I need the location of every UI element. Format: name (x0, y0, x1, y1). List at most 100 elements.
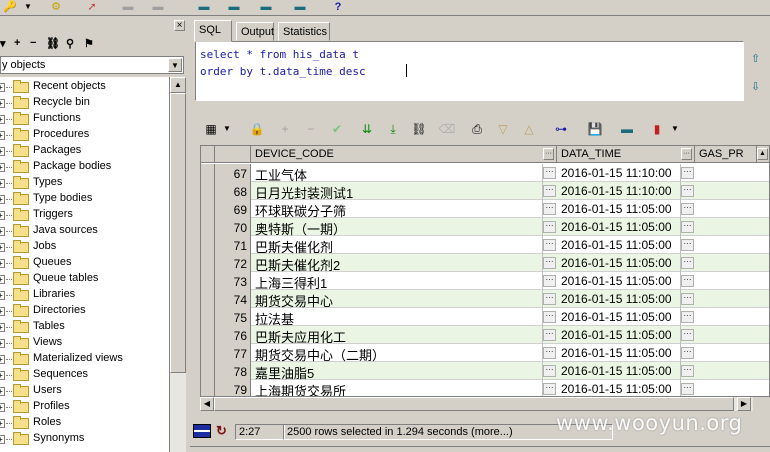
tree-item[interactable]: + Queues (0, 255, 169, 271)
remove-icon[interactable]: − (30, 37, 36, 49)
db-icon[interactable]: ▬ (226, 0, 242, 13)
db-icon[interactable]: ▬ (150, 0, 166, 13)
cell-device-code[interactable]: 奥特斯（一期） (251, 218, 543, 236)
dropdown-icon[interactable]: ▼ (20, 0, 36, 13)
tree-item[interactable]: + Type bodies (0, 191, 169, 207)
db-icon[interactable]: ▬ (196, 0, 212, 13)
tree-item[interactable]: + Libraries (0, 287, 169, 303)
key-icon[interactable]: 🔑 (2, 0, 18, 13)
cell-data-time[interactable]: 2016-01-15 11:10:00 (557, 164, 681, 182)
cell-gas-pr[interactable] (695, 218, 769, 236)
cell-editor-button[interactable]: ··· (543, 293, 556, 305)
query-by-example-icon[interactable]: ⛓ (410, 121, 428, 137)
column-header-device-code[interactable]: DEVICE_CODE (251, 146, 557, 163)
tree-item[interactable]: + Recycle bin (0, 95, 169, 111)
db-icon[interactable]: ▬ (258, 0, 274, 13)
export-tree-icon[interactable]: ⊶ (552, 121, 570, 137)
cell-gas-pr[interactable] (695, 182, 769, 200)
row-selector[interactable] (201, 254, 215, 272)
cell-data-time[interactable]: 2016-01-15 11:05:00 (557, 344, 681, 362)
cell-device-code[interactable]: 巴斯夫催化剂 (251, 236, 543, 254)
tree-item[interactable]: + Sequences (0, 367, 169, 383)
expand-icon[interactable]: + (0, 163, 5, 172)
expand-icon[interactable]: + (0, 115, 5, 124)
cell-editor-button[interactable]: ··· (543, 311, 556, 323)
expand-icon[interactable]: + (0, 147, 5, 156)
cell-editor-button[interactable]: ··· (681, 365, 694, 377)
dropdown-icon[interactable]: ▼ (218, 121, 236, 137)
cell-device-code[interactable]: 拉法基 (251, 308, 543, 326)
cell-data-time[interactable]: 2016-01-15 11:05:00 (557, 200, 681, 218)
dropdown-icon[interactable]: ▼ (666, 121, 684, 137)
expand-icon[interactable]: + (0, 291, 5, 300)
add-icon[interactable]: + (14, 37, 20, 49)
chart-icon[interactable]: ▮ (648, 121, 666, 137)
cell-editor-button[interactable]: ··· (543, 257, 556, 269)
cell-editor-button[interactable]: ··· (543, 221, 556, 233)
expand-icon[interactable]: + (0, 387, 5, 396)
table-row[interactable]: 76 巴斯夫应用化工 ··· 2016-01-15 11:05:00 ··· (201, 326, 769, 344)
cell-gas-pr[interactable] (695, 344, 769, 362)
cell-device-code[interactable]: 环球联碳分子筛 (251, 200, 543, 218)
tree-item[interactable]: + Roles (0, 415, 169, 431)
cell-device-code[interactable]: 嘉里油脂5 (251, 362, 543, 380)
cell-editor-button[interactable]: ··· (681, 293, 694, 305)
cell-data-time[interactable]: 2016-01-15 11:05:00 (557, 254, 681, 272)
tree-item[interactable]: + Recent objects (0, 79, 169, 95)
single-record-view-icon[interactable]: ⎙ (468, 121, 486, 137)
cell-data-time[interactable]: 2016-01-15 11:05:00 (557, 362, 681, 380)
expand-icon[interactable]: + (0, 259, 5, 268)
expand-icon[interactable]: + (0, 307, 5, 316)
table-row[interactable]: 79 上海期货交易所 ··· 2016-01-15 11:05:00 ··· (201, 380, 769, 396)
filter-icon[interactable]: ⚲ (66, 37, 74, 50)
cell-editor-button[interactable]: ··· (681, 203, 694, 215)
table-row[interactable]: 72 巴斯夫催化剂2 ··· 2016-01-15 11:05:00 ··· (201, 254, 769, 272)
expand-icon[interactable]: + (0, 179, 5, 188)
expand-icon[interactable]: + (0, 371, 5, 380)
sort-asc-icon[interactable]: △ (520, 121, 538, 137)
cell-gas-pr[interactable] (695, 272, 769, 290)
add-record-icon[interactable]: + (276, 121, 294, 137)
cell-device-code[interactable]: 期货交易中心 (251, 290, 543, 308)
cell-device-code[interactable]: 巴斯夫应用化工 (251, 326, 543, 344)
table-row[interactable]: 75 拉法基 ··· 2016-01-15 11:05:00 ··· (201, 308, 769, 326)
scroll-left-icon[interactable]: ◀ (200, 397, 214, 411)
cell-editor-button[interactable]: ··· (681, 239, 694, 251)
tree-item[interactable]: + Types (0, 175, 169, 191)
row-selector[interactable] (201, 344, 215, 362)
header-sort-button[interactable]: ··· (681, 148, 692, 160)
row-selector[interactable] (201, 272, 215, 290)
row-selector[interactable] (201, 200, 215, 218)
cell-editor-button[interactable]: ··· (543, 347, 556, 359)
arrow-icon[interactable]: ➚ (84, 0, 100, 13)
cell-editor-button[interactable]: ··· (681, 221, 694, 233)
cell-gas-pr[interactable] (695, 290, 769, 308)
table-row[interactable]: 70 奥特斯（一期） ··· 2016-01-15 11:05:00 ··· (201, 218, 769, 236)
expand-icon[interactable]: + (0, 435, 5, 444)
tree-item[interactable]: + Views (0, 335, 169, 351)
tree-item[interactable]: + Triggers (0, 207, 169, 223)
column-header-gas-pr[interactable]: GAS_PR (695, 146, 757, 163)
fetch-next-icon[interactable]: ⇊ (358, 121, 376, 137)
cell-gas-pr[interactable] (695, 254, 769, 272)
menu-icon[interactable]: ▾ (0, 37, 6, 50)
db-icon[interactable]: ▬ (618, 121, 636, 137)
row-selector[interactable] (201, 308, 215, 326)
cell-data-time[interactable]: 2016-01-15 11:05:00 (557, 236, 681, 254)
cell-editor-button[interactable]: ··· (543, 167, 556, 179)
refresh-icon[interactable]: ↻ (216, 423, 227, 439)
cell-editor-button[interactable]: ··· (681, 347, 694, 359)
db-icon[interactable]: ▬ (292, 0, 308, 13)
help-icon[interactable]: ? (330, 0, 346, 13)
tree-item[interactable]: + Functions (0, 111, 169, 127)
next-statement-icon[interactable]: ⇩ (751, 80, 760, 93)
result-grid[interactable]: DEVICE_CODE DATA_TIME GAS_PR ··· ··· ▲ 6… (200, 145, 770, 397)
cell-editor-button[interactable]: ··· (543, 329, 556, 341)
scroll-up-icon[interactable]: ▲ (170, 77, 186, 93)
expand-icon[interactable]: + (0, 227, 5, 236)
tree-item[interactable]: + Directories (0, 303, 169, 319)
table-row[interactable]: 74 期货交易中心 ··· 2016-01-15 11:05:00 ··· (201, 290, 769, 308)
db-icon[interactable]: ▬ (120, 0, 136, 13)
table-row[interactable]: 68 日月光封装测试1 ··· 2016-01-15 11:10:00 ··· (201, 182, 769, 200)
chevron-down-icon[interactable]: ▼ (168, 58, 182, 72)
